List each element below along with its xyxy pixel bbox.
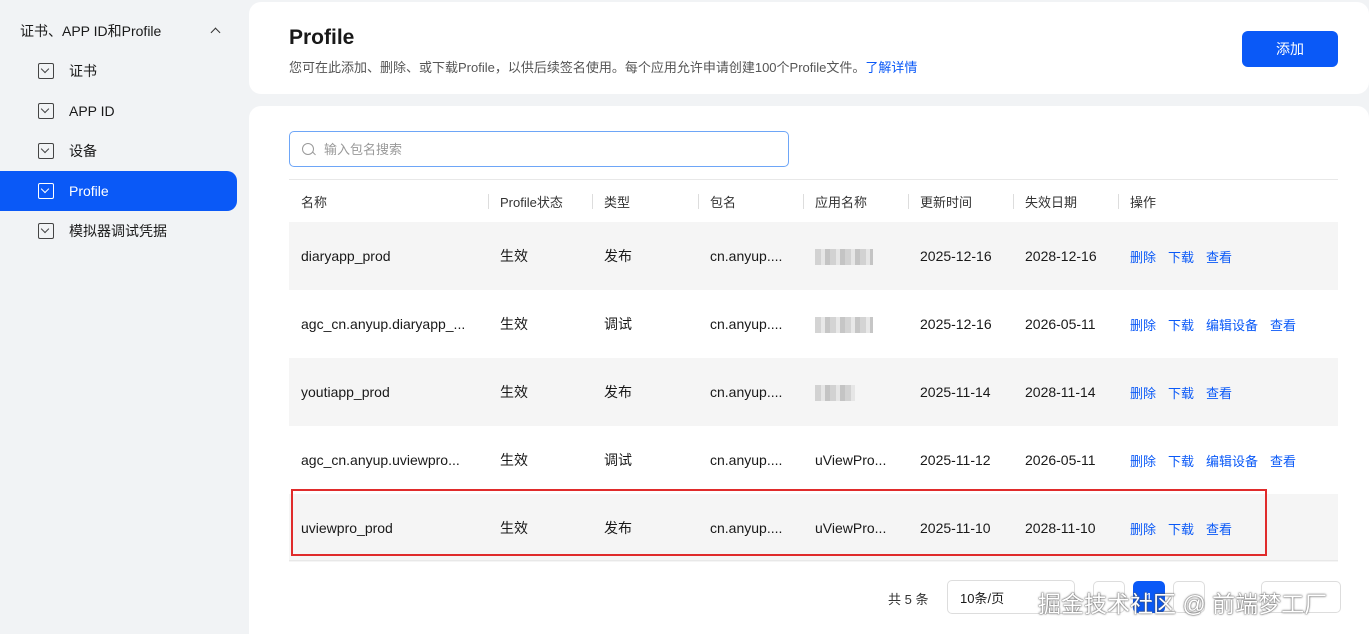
description-text: 您可在此添加、删除、或下载Profile，以供后续签名使用。每个应用允许申请创建…	[289, 60, 866, 75]
table-bottom-divider	[289, 560, 1338, 561]
cell-actions: 删除 下载 编辑设备 查看	[1118, 451, 1338, 470]
page-description: 您可在此添加、删除、或下载Profile，以供后续签名使用。每个应用允许申请创建…	[289, 57, 917, 76]
cell-updated: 2025-11-12	[920, 452, 991, 468]
cell-expires: 2026-05-11	[1025, 316, 1096, 332]
document-icon	[38, 103, 54, 119]
redacted-block	[815, 316, 873, 333]
search-icon	[302, 143, 314, 155]
watermark: 掘金技术社区 @ 前端梦工厂	[1038, 591, 1328, 617]
sidebar-group-label: 证书、APP ID和Profile	[20, 23, 162, 39]
delete-link[interactable]: 删除	[1130, 454, 1156, 469]
add-button[interactable]: 添加	[1242, 31, 1338, 67]
redacted-block	[815, 384, 855, 401]
sidebar-item-label: 设备	[69, 143, 97, 159]
cell-name: agc_cn.anyup.uviewpro...	[301, 452, 460, 468]
column-header-actions: 操作	[1118, 180, 1338, 223]
sidebar: 证书、APP ID和Profile 证书 APP ID 设备 Profile 模…	[0, 0, 249, 634]
column-header-expires: 失效日期	[1013, 180, 1118, 223]
view-link[interactable]: 查看	[1270, 318, 1296, 333]
edit-devices-link[interactable]: 编辑设备	[1206, 318, 1258, 333]
sidebar-item-app-id[interactable]: APP ID	[0, 91, 237, 131]
sidebar-item-profile[interactable]: Profile	[0, 171, 237, 211]
cell-updated: 2025-12-16	[920, 316, 992, 332]
cell-status: 生效	[500, 316, 528, 332]
table-row: agc_cn.anyup.diaryapp_... 生效 调试 cn.anyup…	[289, 290, 1338, 358]
cell-actions: 删除 下载 编辑设备 查看	[1118, 315, 1338, 334]
cell-app-name	[803, 315, 908, 333]
cell-name: youtiapp_prod	[301, 384, 390, 400]
view-link[interactable]: 查看	[1206, 386, 1232, 401]
cell-name: diaryapp_prod	[301, 248, 391, 264]
sidebar-group-header[interactable]: 证书、APP ID和Profile	[20, 20, 228, 42]
cell-package: cn.anyup....	[710, 384, 783, 400]
document-icon	[38, 183, 54, 199]
sidebar-item-label: APP ID	[69, 103, 115, 119]
chevron-up-icon	[210, 26, 220, 36]
sidebar-item-label: Profile	[69, 183, 109, 199]
download-link[interactable]: 下载	[1168, 454, 1194, 469]
cell-type: 发布	[604, 384, 632, 400]
table-row: agc_cn.anyup.uviewpro... 生效 调试 cn.anyup.…	[289, 426, 1338, 494]
pagination-total: 共 5 条	[888, 592, 929, 607]
cell-package: cn.anyup....	[710, 316, 783, 332]
cell-type: 调试	[604, 316, 632, 332]
delete-link[interactable]: 删除	[1130, 250, 1156, 265]
edit-devices-link[interactable]: 编辑设备	[1206, 454, 1258, 469]
cell-actions: 删除 下载 查看	[1118, 247, 1338, 266]
page-title: Profile	[289, 26, 355, 49]
cell-expires: 2028-12-16	[1025, 248, 1097, 264]
view-link[interactable]: 查看	[1206, 250, 1232, 265]
document-icon	[38, 223, 54, 239]
cell-type: 调试	[604, 452, 632, 468]
search-box[interactable]	[289, 131, 789, 167]
cell-package: cn.anyup....	[710, 452, 783, 468]
cell-status: 生效	[500, 452, 528, 468]
delete-link[interactable]: 删除	[1130, 386, 1156, 401]
cell-app-name	[803, 383, 908, 401]
cell-status: 生效	[500, 384, 528, 400]
sidebar-item-label: 模拟器调试凭据	[69, 223, 167, 239]
column-header-status: Profile状态	[488, 180, 592, 223]
document-icon	[38, 143, 54, 159]
sidebar-item-label: 证书	[69, 63, 97, 79]
download-link[interactable]: 下载	[1168, 318, 1194, 333]
cell-expires: 2028-11-14	[1025, 384, 1096, 400]
table-row: youtiapp_prod 生效 发布 cn.anyup.... 2025-11…	[289, 358, 1338, 426]
learn-more-link[interactable]: 了解详情	[865, 60, 917, 75]
page-header: Profile 您可在此添加、删除、或下载Profile，以供后续签名使用。每个…	[249, 2, 1369, 94]
delete-link[interactable]: 删除	[1130, 318, 1156, 333]
download-link[interactable]: 下载	[1168, 250, 1194, 265]
cell-type: 发布	[604, 248, 632, 264]
cell-app-name: uViewPro...	[815, 452, 887, 468]
download-link[interactable]: 下载	[1168, 386, 1194, 401]
sidebar-item-certificate[interactable]: 证书	[0, 51, 237, 91]
sidebar-item-devices[interactable]: 设备	[0, 131, 237, 171]
cell-package: cn.anyup....	[710, 248, 783, 264]
cell-app-name	[803, 247, 908, 265]
column-header-type: 类型	[592, 180, 698, 223]
column-header-app-name: 应用名称	[803, 180, 908, 223]
search-input[interactable]	[324, 141, 764, 157]
column-header-updated: 更新时间	[908, 180, 1013, 223]
highlight-annotation-box	[291, 489, 1267, 556]
document-icon	[38, 63, 54, 79]
cell-updated: 2025-12-16	[920, 248, 992, 264]
table-row: diaryapp_prod 生效 发布 cn.anyup.... 2025-12…	[289, 222, 1338, 290]
table-header: 名称 Profile状态 类型 包名 应用名称 更新时间 失效日期 操作	[289, 179, 1338, 222]
column-header-name: 名称	[301, 194, 328, 210]
cell-expires: 2026-05-11	[1025, 452, 1096, 468]
sidebar-item-emulator-credentials[interactable]: 模拟器调试凭据	[0, 211, 237, 251]
column-header-package: 包名	[698, 180, 803, 223]
redacted-block	[815, 248, 873, 265]
view-link[interactable]: 查看	[1270, 454, 1296, 469]
cell-updated: 2025-11-14	[920, 384, 991, 400]
cell-status: 生效	[500, 248, 528, 264]
cell-name: agc_cn.anyup.diaryapp_...	[301, 316, 466, 332]
cell-actions: 删除 下载 查看	[1118, 383, 1338, 402]
